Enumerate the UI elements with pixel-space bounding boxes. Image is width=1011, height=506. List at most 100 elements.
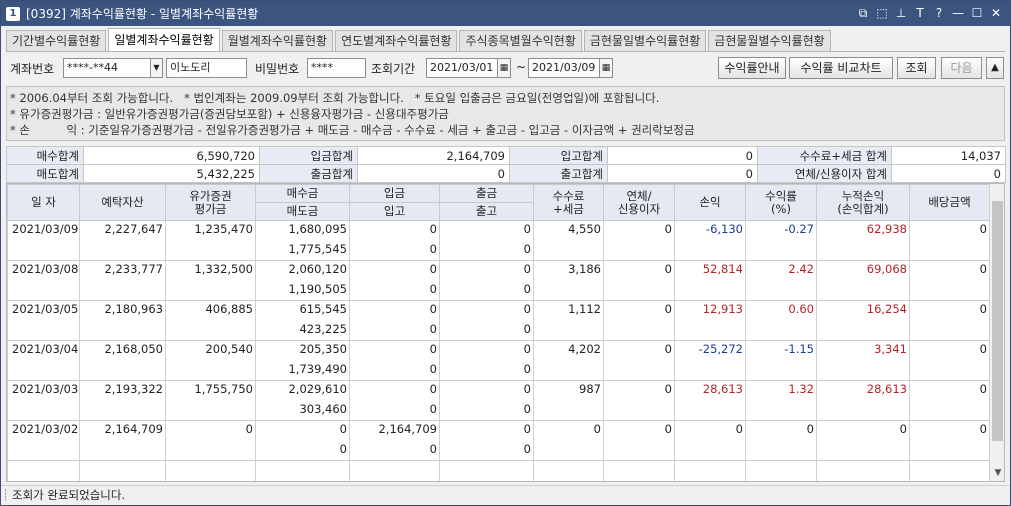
- header-sell: 매도금: [255, 202, 350, 221]
- header-withdraw: 출금: [439, 184, 534, 203]
- cell-in: 0: [349, 320, 440, 341]
- header-dividend: 배당금액: [909, 184, 990, 221]
- empty-cell: [533, 460, 604, 481]
- cell-pnl: 12,913: [674, 300, 746, 341]
- query-button[interactable]: 조회: [897, 57, 936, 79]
- cell-cumulative-pnl: 62,938: [816, 220, 910, 261]
- cell-interest: 0: [603, 380, 675, 421]
- cell-fee: 4,550: [533, 220, 604, 261]
- table-row[interactable]: 2021/03/03 2,193,322 1,755,750 2,029,610 0 0 9…: [7, 380, 990, 421]
- date-to-calendar-button[interactable]: ▦: [599, 58, 613, 78]
- cell-dividend: 0: [909, 340, 990, 381]
- window-title: [0392] 계좌수익률현황 - 일별계좌수익률현황: [26, 7, 259, 21]
- cell-return: 2.42: [745, 260, 817, 301]
- cell-buy: 205,350: [255, 340, 350, 361]
- account-number-field[interactable]: ****-**44: [63, 58, 151, 78]
- return-guide-button[interactable]: 수익률안내: [718, 57, 786, 79]
- cell-securities: 200,540: [165, 340, 256, 381]
- scroll-down-icon[interactable]: ▼: [990, 465, 1004, 481]
- buy-total-value: 6,590,720: [83, 146, 260, 165]
- cell-deposit: 0: [349, 260, 440, 281]
- header-date: 일 자: [7, 184, 80, 221]
- cell-return: 0.60: [745, 300, 817, 341]
- cell-out: 0: [439, 400, 534, 421]
- sell-total-value: 5,432,225: [83, 164, 260, 183]
- link-window-icon[interactable]: ⧉: [855, 5, 871, 21]
- cell-cumulative-pnl: 28,613: [816, 380, 910, 421]
- close-icon[interactable]: ✕: [988, 5, 1004, 21]
- tab-yearly-return[interactable]: 연도별계좌수익률현황: [335, 30, 458, 51]
- cell-buy: 0: [255, 420, 350, 441]
- cell-fee: 987: [533, 380, 604, 421]
- vertical-scrollbar[interactable]: ▼: [989, 184, 1004, 481]
- cell-interest: 0: [603, 300, 675, 341]
- header-buy: 매수금: [255, 184, 350, 203]
- table-row[interactable]: 2021/03/09 2,227,647 1,235,470 1,680,095 0 0 4…: [7, 220, 990, 261]
- cell-fee: 1,112: [533, 300, 604, 341]
- tab-gold-daily[interactable]: 금현물일별수익률현황: [583, 30, 707, 51]
- cell-withdraw: 0: [439, 260, 534, 281]
- next-button[interactable]: 다음: [941, 57, 982, 79]
- in-total-value: 0: [607, 146, 758, 165]
- empty-cell: [79, 460, 166, 481]
- period-label: 조회기간: [371, 62, 416, 76]
- date-from-calendar-button[interactable]: ▦: [497, 58, 511, 78]
- empty-cell: [816, 460, 910, 481]
- table-row[interactable]: 2021/03/08 2,233,777 1,332,500 2,060,120 0 0 3…: [7, 260, 990, 301]
- cell-securities: 0: [165, 420, 256, 461]
- daily-return-grid: 일 자 예탁자산 유가증권 평가금 매수금 입금 출금 수수료 +세금 연체/ …: [6, 183, 1005, 482]
- title-bar[interactable]: 1 [0392] 계좌수익률현황 - 일별계좌수익률현황 ⧉ ⬚ ⊥ T ? —…: [1, 1, 1010, 26]
- tab-monthly-return[interactable]: 월별계좌수익률현황: [221, 30, 334, 51]
- cell-out: 0: [439, 440, 534, 461]
- note-line: * 유가증권평가금 : 일반유가증권평가금(증권담보포함) + 신용융자평가금 …: [10, 107, 449, 121]
- table-row[interactable]: 2021/03/02 2,164,709 0 0 2,164,709 0 0 0 0 0 0 0: [7, 420, 990, 461]
- date-range-tilde: ~: [516, 60, 527, 74]
- collapse-up-button[interactable]: ▲: [986, 57, 1004, 79]
- maximize-icon[interactable]: ☐: [969, 5, 985, 21]
- tab-daily-return[interactable]: 일별계좌수익률현황: [108, 28, 220, 51]
- cell-out: 0: [439, 240, 534, 261]
- out-total-label: 출고합계: [509, 164, 608, 183]
- account-dropdown-button[interactable]: ▼: [150, 58, 163, 78]
- cell-pnl: -25,272: [674, 340, 746, 381]
- tab-stock-monthly[interactable]: 주식종목별월수익현황: [459, 30, 582, 51]
- cell-cumulative-pnl: 69,068: [816, 260, 910, 301]
- pin-icon[interactable]: ⊥: [893, 5, 909, 21]
- table-row[interactable]: 2021/03/05 2,180,963 406,885 615,545 0 0 1,112…: [7, 300, 990, 341]
- cell-dividend: 0: [909, 260, 990, 301]
- calendar-icon: ▦: [499, 63, 509, 73]
- return-compare-chart-button[interactable]: 수익률 비교차트: [789, 57, 893, 79]
- cell-pnl: -6,130: [674, 220, 746, 261]
- header-securities: 유가증권 평가금: [165, 184, 256, 221]
- fee-total-value: 14,037: [891, 146, 1006, 165]
- cell-dividend: 0: [909, 300, 990, 341]
- help-icon[interactable]: ?: [931, 5, 947, 21]
- date-to-field[interactable]: 2021/03/09: [528, 58, 600, 78]
- tab-gold-monthly[interactable]: 금현물월별수익률현황: [708, 30, 831, 51]
- in-total-label: 입고합계: [509, 146, 608, 165]
- cell-interest: 0: [603, 220, 675, 261]
- header-pnl: 손익: [674, 184, 746, 221]
- cell-deposit-assets: 2,168,050: [79, 340, 166, 381]
- cell-securities: 1,755,750: [165, 380, 256, 421]
- cell-interest: 0: [603, 420, 675, 461]
- chevron-down-icon: ▼: [153, 63, 160, 72]
- password-field[interactable]: ****: [307, 58, 366, 78]
- cell-interest: 0: [603, 340, 675, 381]
- deposit-total-label: 입금합계: [259, 146, 358, 165]
- cell-deposit-assets: 2,193,322: [79, 380, 166, 421]
- sell-total-label: 매도합계: [6, 164, 84, 183]
- cell-deposit: 0: [349, 300, 440, 321]
- tab-period-return[interactable]: 기간별수익률현황: [6, 30, 107, 51]
- date-from-field[interactable]: 2021/03/01: [426, 58, 498, 78]
- tab-divider: [6, 51, 1005, 52]
- empty-cell: [674, 460, 746, 481]
- cell-sell: 1,190,505: [255, 280, 350, 301]
- new-window-icon[interactable]: ⬚: [874, 5, 890, 21]
- scrollbar-thumb[interactable]: [992, 201, 1003, 441]
- table-row[interactable]: 2021/03/04 2,168,050 200,540 205,350 0 0 4,202…: [7, 340, 990, 381]
- cell-sell: 303,460: [255, 400, 350, 421]
- cell-withdraw: 0: [439, 340, 534, 361]
- font-size-icon[interactable]: T: [912, 5, 928, 21]
- minimize-icon[interactable]: —: [950, 5, 966, 21]
